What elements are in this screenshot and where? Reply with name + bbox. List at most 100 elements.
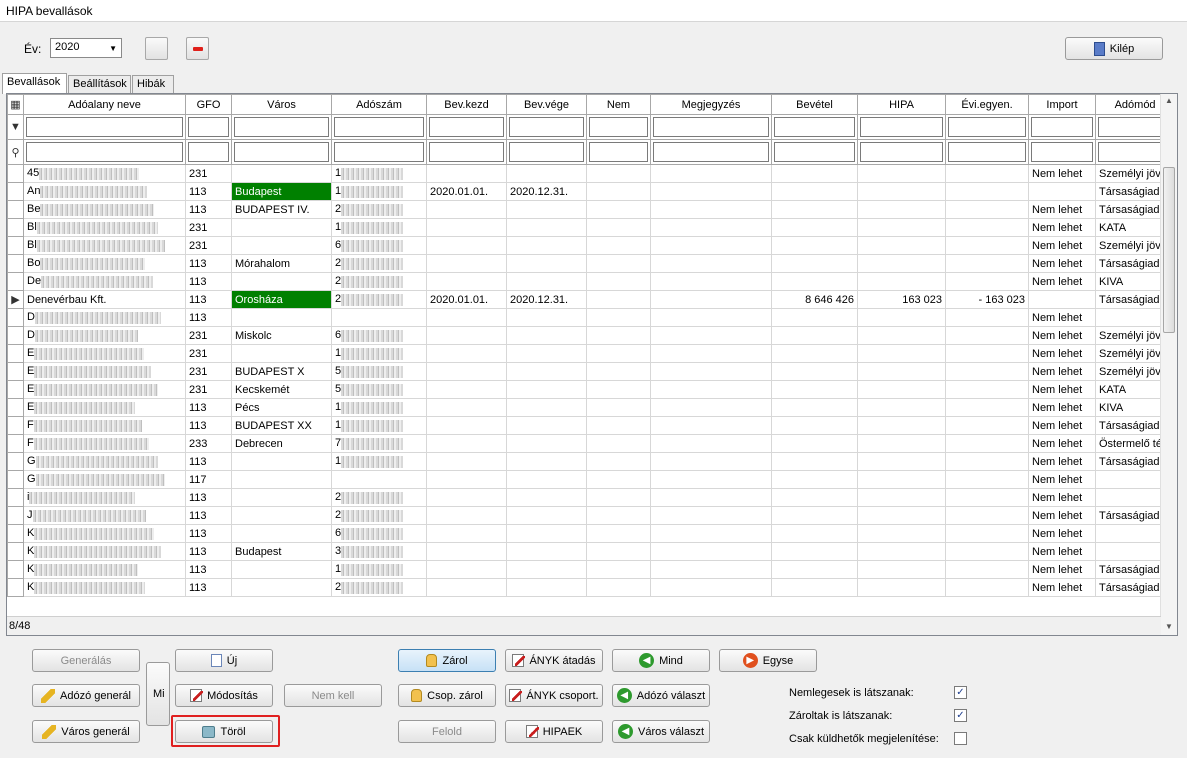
cell-nem[interactable] bbox=[586, 524, 651, 543]
nem-kell-button[interactable]: Nem kell bbox=[284, 684, 382, 707]
cell-nem[interactable] bbox=[586, 452, 651, 471]
cell-nem[interactable] bbox=[586, 398, 651, 417]
cell-adoszam[interactable]: 2 bbox=[331, 290, 427, 309]
cell-name[interactable]: 45 bbox=[23, 164, 186, 183]
cell-city[interactable]: Budapest bbox=[231, 542, 332, 561]
varos-valaszt-button[interactable]: ◀ Város választ bbox=[612, 720, 710, 743]
cell-adoszam[interactable]: 7 bbox=[331, 434, 427, 453]
cell-import[interactable]: Nem lehet bbox=[1028, 362, 1096, 381]
cell-adoszam[interactable]: 3 bbox=[331, 542, 427, 561]
filter-input[interactable] bbox=[188, 117, 229, 137]
cell-name[interactable]: E bbox=[23, 362, 186, 381]
cell-nem[interactable] bbox=[586, 254, 651, 273]
cell-kezd[interactable]: 2020.01.01. bbox=[426, 182, 507, 201]
cell-vege[interactable] bbox=[506, 254, 587, 273]
cell-vege[interactable] bbox=[506, 470, 587, 489]
cell-vege[interactable] bbox=[506, 488, 587, 507]
filter-input[interactable] bbox=[1031, 117, 1093, 137]
cell-vege[interactable] bbox=[506, 218, 587, 237]
search-cell[interactable] bbox=[506, 139, 587, 165]
row-indicator[interactable] bbox=[7, 236, 24, 255]
filter-input[interactable] bbox=[509, 117, 584, 137]
cell-gfo[interactable]: 113 bbox=[185, 308, 232, 327]
cell-nem[interactable] bbox=[586, 326, 651, 345]
cell-import[interactable]: Nem lehet bbox=[1028, 218, 1096, 237]
cell-megj[interactable] bbox=[650, 272, 772, 291]
cell-gfo[interactable]: 233 bbox=[185, 434, 232, 453]
cell-evi[interactable] bbox=[945, 542, 1029, 561]
cell-kezd[interactable] bbox=[426, 362, 507, 381]
filter-input[interactable] bbox=[589, 117, 648, 137]
cell-bevetel[interactable] bbox=[771, 326, 858, 345]
cell-megj[interactable] bbox=[650, 488, 772, 507]
cell-megj[interactable] bbox=[650, 542, 772, 561]
cell-name[interactable]: Bo bbox=[23, 254, 186, 273]
cell-kezd[interactable] bbox=[426, 272, 507, 291]
cell-megj[interactable] bbox=[650, 290, 772, 309]
cell-kezd[interactable] bbox=[426, 326, 507, 345]
search-input[interactable] bbox=[188, 142, 229, 162]
zarol-button[interactable]: Zárol bbox=[398, 649, 496, 672]
cell-kezd[interactable] bbox=[426, 488, 507, 507]
cell-gfo[interactable]: 113 bbox=[185, 272, 232, 291]
cell-megj[interactable] bbox=[650, 254, 772, 273]
cell-nem[interactable] bbox=[586, 362, 651, 381]
zaroltak-checkbox[interactable]: ✓ bbox=[954, 709, 967, 722]
cell-import[interactable]: Nem lehet bbox=[1028, 452, 1096, 471]
cell-evi[interactable] bbox=[945, 308, 1029, 327]
cell-city[interactable]: Orosháza bbox=[231, 290, 332, 309]
row-indicator[interactable] bbox=[7, 398, 24, 417]
cell-gfo[interactable]: 231 bbox=[185, 380, 232, 399]
cell-vege[interactable]: 2020.12.31. bbox=[506, 182, 587, 201]
table-row[interactable]: E 113 Pécs 1 Nem lehet KIVA bbox=[7, 398, 1176, 417]
cell-vege[interactable] bbox=[506, 308, 587, 327]
csak-kuldhetok-checkbox[interactable] bbox=[954, 732, 967, 745]
cell-import[interactable]: Nem lehet bbox=[1028, 398, 1096, 417]
cell-evi[interactable] bbox=[945, 218, 1029, 237]
cell-bevetel[interactable] bbox=[771, 416, 858, 435]
cell-gfo[interactable]: 113 bbox=[185, 200, 232, 219]
cell-city[interactable] bbox=[231, 578, 332, 597]
search-cell[interactable] bbox=[857, 139, 946, 165]
cell-adoszam[interactable]: 2 bbox=[331, 488, 427, 507]
cell-import[interactable]: Nem lehet bbox=[1028, 272, 1096, 291]
cell-import[interactable]: Nem lehet bbox=[1028, 560, 1096, 579]
cell-megj[interactable] bbox=[650, 344, 772, 363]
filter-cell[interactable] bbox=[426, 114, 507, 140]
filter-cell[interactable] bbox=[231, 114, 332, 140]
cell-gfo[interactable]: 113 bbox=[185, 254, 232, 273]
cell-hipa[interactable] bbox=[857, 200, 946, 219]
cell-adoszam[interactable]: 1 bbox=[331, 398, 427, 417]
row-indicator[interactable] bbox=[7, 362, 24, 381]
cell-city[interactable] bbox=[231, 560, 332, 579]
cell-megj[interactable] bbox=[650, 398, 772, 417]
cell-adoszam[interactable]: 2 bbox=[331, 578, 427, 597]
search-cell[interactable] bbox=[23, 139, 186, 165]
cell-adoszam[interactable]: 2 bbox=[331, 200, 427, 219]
cell-city[interactable] bbox=[231, 488, 332, 507]
filter-cell[interactable] bbox=[650, 114, 772, 140]
cell-kezd[interactable] bbox=[426, 416, 507, 435]
table-row[interactable]: D 231 Miskolc 6 Nem lehet Személyi jöve bbox=[7, 326, 1176, 345]
col-header-megjegyzes[interactable]: Megjegyzés bbox=[650, 94, 772, 115]
cell-megj[interactable] bbox=[650, 578, 772, 597]
table-row[interactable]: K 113 Budapest 3 Nem lehet bbox=[7, 542, 1176, 561]
cell-adoszam[interactable]: 6 bbox=[331, 236, 427, 255]
cell-import[interactable] bbox=[1028, 182, 1096, 201]
cell-kezd[interactable]: 2020.01.01. bbox=[426, 290, 507, 309]
filter-input[interactable] bbox=[948, 117, 1026, 137]
scroll-down-icon[interactable]: ▼ bbox=[1165, 622, 1173, 631]
cell-bevetel[interactable] bbox=[771, 452, 858, 471]
table-row[interactable]: E 231 Kecskemét 5 Nem lehet KATA bbox=[7, 380, 1176, 399]
filter-input[interactable] bbox=[653, 117, 769, 137]
cell-city[interactable] bbox=[231, 344, 332, 363]
cell-nem[interactable] bbox=[586, 578, 651, 597]
cell-bevetel[interactable] bbox=[771, 470, 858, 489]
cell-megj[interactable] bbox=[650, 416, 772, 435]
cell-name[interactable]: F bbox=[23, 416, 186, 435]
col-header-bev-kezd[interactable]: Bev.kezd bbox=[426, 94, 507, 115]
cell-vege[interactable] bbox=[506, 560, 587, 579]
table-row[interactable]: 45 231 1 Nem lehet Személyi jöve bbox=[7, 164, 1176, 183]
cell-bevetel[interactable] bbox=[771, 272, 858, 291]
table-row[interactable]: G 113 1 Nem lehet Társaságiadó bbox=[7, 452, 1176, 471]
